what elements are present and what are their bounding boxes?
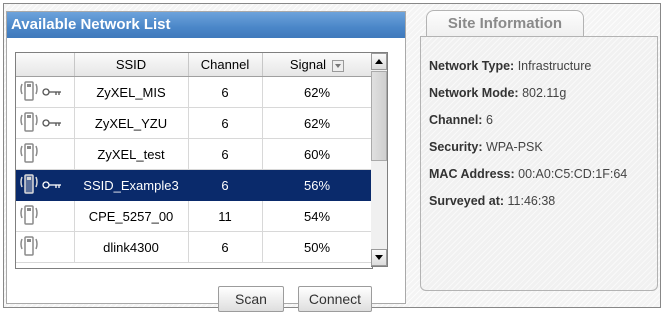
row-status-icons	[16, 200, 75, 232]
network-mode-value: 802.11g	[522, 86, 567, 100]
table-row[interactable]: CPE_5257_00 11 54%	[16, 200, 372, 232]
access-point-icon	[20, 111, 38, 136]
access-point-icon	[20, 204, 38, 229]
surveyed-at-value: 11:46:38	[507, 194, 556, 208]
sort-icon[interactable]	[332, 59, 345, 72]
row-channel: 11	[188, 200, 263, 232]
key-icon	[42, 116, 62, 131]
scroll-up-button[interactable]	[371, 53, 387, 70]
table-row[interactable]: ZyXEL_MIS 6 62%	[16, 76, 372, 108]
row-channel: 6	[188, 76, 263, 108]
column-header-channel[interactable]: Channel	[188, 53, 263, 77]
row-channel: 6	[188, 231, 263, 263]
network-type-row: Network Type: Infrastructure	[429, 59, 591, 73]
row-ssid: dlink4300	[74, 231, 189, 263]
row-ssid: CPE_5257_00	[74, 200, 189, 232]
row-signal: 56%	[262, 169, 372, 201]
row-ssid: ZyXEL_test	[74, 138, 189, 170]
row-ssid: ZyXEL_YZU	[74, 107, 189, 139]
row-signal: 50%	[262, 231, 372, 263]
mac-address-row: MAC Address: 00:A0:C5:CD:1F:64	[429, 167, 627, 181]
mac-address-value: 00:A0:C5:CD:1F:64	[518, 167, 628, 181]
column-header-ssid[interactable]: SSID	[74, 53, 189, 77]
table-row[interactable]: dlink4300 6 50%	[16, 231, 372, 263]
scroll-thumb[interactable]	[371, 71, 387, 161]
row-status-icons	[16, 169, 75, 201]
surveyed-at-row: Surveyed at: 11:46:38	[429, 194, 555, 208]
scan-button[interactable]: Scan	[218, 286, 284, 312]
row-signal: 60%	[262, 138, 372, 170]
table-header-row: SSID Channel Signal	[16, 53, 372, 77]
row-ssid: SSID_Example3	[74, 169, 189, 201]
row-signal: 62%	[262, 76, 372, 108]
mac-address-label: MAC Address:	[429, 167, 515, 181]
surveyed-at-label: Surveyed at:	[429, 194, 505, 208]
site-information-panel: Network Type: Infrastructure Network Mod…	[420, 36, 658, 291]
security-value: WPA-PSK	[485, 140, 543, 154]
network-type-label: Network Type:	[429, 59, 515, 73]
row-signal: 62%	[262, 107, 372, 139]
scroll-down-button[interactable]	[371, 249, 387, 266]
access-point-icon	[20, 142, 38, 167]
key-icon	[42, 85, 62, 100]
access-point-icon	[20, 80, 38, 105]
network-mode-label: Network Mode:	[429, 86, 519, 100]
row-channel: 6	[188, 107, 263, 139]
row-channel: 6	[188, 169, 263, 201]
table-row[interactable]: SSID_Example3 6 56%	[16, 169, 372, 201]
table-row[interactable]: ZyXEL_YZU 6 62%	[16, 107, 372, 139]
security-label: Security:	[429, 140, 483, 154]
access-point-icon	[20, 235, 38, 260]
list-scrollbar[interactable]	[371, 52, 388, 267]
network-mode-row: Network Mode: 802.11g	[429, 86, 566, 100]
security-row: Security: WPA-PSK	[429, 140, 543, 154]
column-header-icon[interactable]	[16, 53, 75, 77]
column-header-signal-label: Signal	[289, 57, 327, 72]
available-network-panel: Available Network List SSID Channel Sign…	[6, 11, 406, 312]
row-status-icons	[16, 231, 75, 263]
row-status-icons	[16, 76, 75, 108]
row-status-icons	[16, 138, 75, 170]
network-type-value: Infrastructure	[517, 59, 592, 73]
network-list[interactable]: SSID Channel Signal ZyXEL_MIS 6 62% ZyXEL_Y…	[15, 52, 373, 269]
key-icon	[42, 178, 62, 193]
row-ssid: ZyXEL_MIS	[74, 76, 189, 108]
row-status-icons	[16, 107, 75, 139]
channel-value: 6	[485, 113, 493, 127]
table-row[interactable]: ZyXEL_test 6 60%	[16, 138, 372, 170]
row-channel: 6	[188, 138, 263, 170]
panel-title: Available Network List	[7, 12, 405, 38]
connect-button[interactable]: Connect	[298, 286, 372, 312]
channel-label: Channel:	[429, 113, 483, 127]
tab-site-information[interactable]: Site Information	[426, 10, 584, 37]
column-header-signal[interactable]: Signal	[262, 53, 372, 77]
row-signal: 54%	[262, 200, 372, 232]
channel-row: Channel: 6	[429, 113, 493, 127]
access-point-icon	[20, 173, 38, 198]
